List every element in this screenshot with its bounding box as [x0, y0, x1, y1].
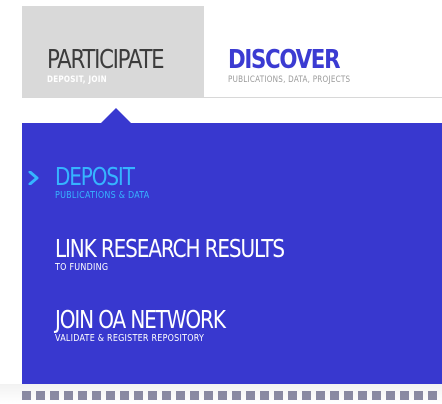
menu-item-deposit-title: DEPOSIT: [55, 162, 135, 191]
menu-item-link-research-results-subtitle: TO FUNDING: [55, 262, 109, 273]
tab-discover[interactable]: DISCOVER PUBLICATIONS, DATA, PROJECTS: [204, 6, 442, 97]
chevron-right-icon: [28, 171, 39, 185]
menu-item-join-oa-network[interactable]: JOIN OA NETWORK VALIDATE & REGISTER REPO…: [55, 307, 267, 345]
tab-participate-label: PARTICIPATE: [47, 45, 165, 75]
tab-participate[interactable]: PARTICIPATE DEPOSIT, JOIN: [22, 6, 204, 97]
menu-item-link-research-results-title: LINK RESEARCH RESULTS: [55, 234, 285, 263]
dropdown-pointer: [101, 108, 131, 123]
tab-discover-label: DISCOVER: [228, 45, 340, 75]
menu-item-join-oa-network-subtitle: VALIDATE & REGISTER REPOSITORY: [55, 333, 205, 344]
menu-item-link-research-results[interactable]: LINK RESEARCH RESULTS TO FUNDING: [55, 236, 341, 274]
menu-item-deposit-subtitle: PUBLICATIONS & DATA: [55, 190, 150, 201]
nav-divider: [22, 97, 442, 98]
tab-discover-sublabel: PUBLICATIONS, DATA, PROJECTS: [228, 75, 351, 85]
menu-item-join-oa-network-title: JOIN OA NETWORK: [55, 305, 226, 334]
tab-participate-sublabel: DEPOSIT, JOIN: [47, 75, 107, 85]
menu-item-deposit[interactable]: DEPOSIT PUBLICATIONS & DATA: [55, 164, 173, 202]
underlying-page-content: [22, 391, 442, 400]
